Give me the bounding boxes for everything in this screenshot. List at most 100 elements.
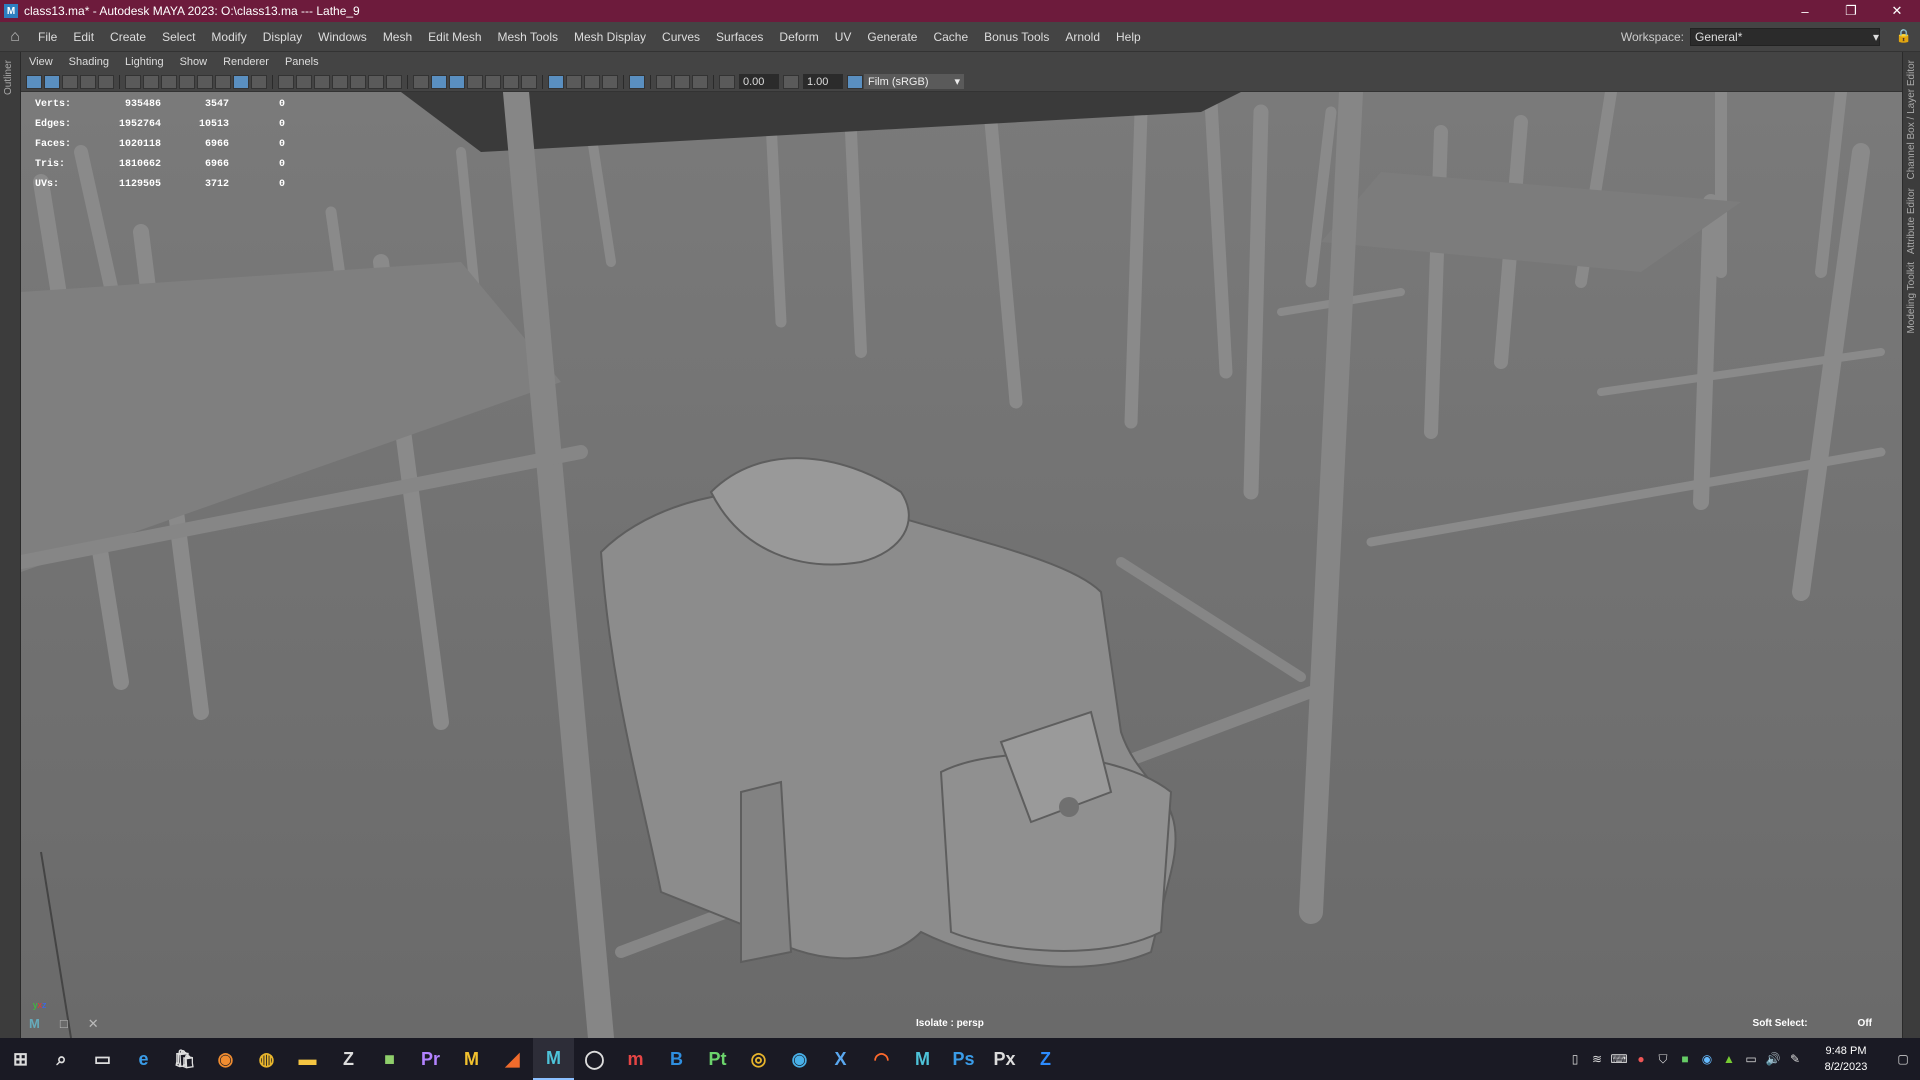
outliner-tab[interactable]: Outliner — [3, 60, 14, 95]
menu-uv[interactable]: UV — [827, 30, 860, 44]
houdini-icon[interactable]: ◠ — [861, 1038, 902, 1080]
menu-windows[interactable]: Windows — [310, 30, 375, 44]
wireframe-on-shaded-icon[interactable] — [449, 74, 465, 89]
view-transform-dropdown[interactable]: Film (sRGB) ▾ — [864, 74, 964, 89]
marmoset-icon[interactable]: M — [451, 1038, 492, 1080]
safe-title-2-icon[interactable] — [386, 74, 402, 89]
pen-icon[interactable]: ✎ — [1784, 1052, 1806, 1066]
exposure-field[interactable]: 0.00 — [739, 74, 779, 89]
zbrush-icon[interactable]: Z — [328, 1038, 369, 1080]
field-chart-2-icon[interactable] — [350, 74, 366, 89]
usb-icon[interactable]: ▯ — [1564, 1052, 1586, 1066]
blender-icon[interactable]: ◉ — [205, 1038, 246, 1080]
shield-icon[interactable]: ⛉ — [1652, 1052, 1674, 1067]
photoshop-icon[interactable]: Ps — [943, 1038, 984, 1080]
menu-bonus-tools[interactable]: Bonus Tools — [976, 30, 1057, 44]
menu-edit-mesh[interactable]: Edit Mesh — [420, 30, 489, 44]
app-tray-icon-1[interactable]: ● — [1630, 1052, 1652, 1066]
perspective-viewport[interactable]: Verts: 935486 3547 0 Edges: 1952764 1051… — [21, 92, 1902, 1038]
gamma-field[interactable]: 1.00 — [803, 74, 843, 89]
store-icon[interactable]: 🛍 — [164, 1038, 205, 1080]
bookmark-icon[interactable] — [62, 74, 78, 89]
close-button[interactable]: ✕ — [1874, 0, 1920, 22]
edge-icon[interactable]: e — [123, 1038, 164, 1080]
film-gate-2-icon[interactable] — [296, 74, 312, 89]
panel-menu-show[interactable]: Show — [172, 56, 216, 68]
app-tray-icon-3[interactable]: ◉ — [1696, 1052, 1718, 1066]
exposure-icon[interactable] — [719, 74, 735, 89]
menu-arnold[interactable]: Arnold — [1057, 30, 1108, 44]
windows-start-icon[interactable]: ⊞ — [0, 1038, 41, 1080]
outliner-strip[interactable]: Outliner — [0, 52, 21, 1038]
lock-icon[interactable]: 🔒 — [1896, 28, 1912, 44]
menu-deform[interactable]: Deform — [771, 30, 826, 44]
multisample-aa-icon[interactable] — [629, 74, 645, 89]
globe-app-icon[interactable]: ◎ — [738, 1038, 779, 1080]
panel-menu-panels[interactable]: Panels — [277, 56, 327, 68]
substance-painter-icon[interactable]: Pt — [697, 1038, 738, 1080]
depth-of-field-icon[interactable] — [674, 74, 690, 89]
gate-mask-icon[interactable] — [161, 74, 177, 89]
substance-b-icon[interactable]: B — [656, 1038, 697, 1080]
menu-mesh[interactable]: Mesh — [375, 30, 420, 44]
substance-designer-icon[interactable]: ■ — [369, 1038, 410, 1080]
menu-help[interactable]: Help — [1108, 30, 1149, 44]
motion-blur-icon[interactable] — [656, 74, 672, 89]
gamma-icon[interactable] — [783, 74, 799, 89]
volume-icon[interactable]: 🔊 — [1762, 1052, 1784, 1066]
app-tray-icon-2[interactable]: ■ — [1674, 1052, 1696, 1066]
image-plane-icon[interactable] — [80, 74, 96, 89]
quixel-icon[interactable]: ◯ — [574, 1038, 615, 1080]
menu-display[interactable]: Display — [255, 30, 310, 44]
grid-icon[interactable] — [278, 74, 294, 89]
attribute-editor-tab[interactable]: Attribute Editor — [1906, 188, 1917, 254]
safe-title-icon[interactable] — [215, 74, 231, 89]
wireframe-icon[interactable] — [413, 74, 429, 89]
mudbox-icon[interactable]: m — [615, 1038, 656, 1080]
use-all-lights-icon[interactable] — [485, 74, 501, 89]
search-icon[interactable]: ⌕ — [41, 1038, 82, 1080]
panel-menu-view[interactable]: View — [21, 56, 61, 68]
panel-menu-renderer[interactable]: Renderer — [215, 56, 277, 68]
menu-mesh-display[interactable]: Mesh Display — [566, 30, 654, 44]
resolution-gate-2-icon[interactable] — [314, 74, 330, 89]
gate-mask-2-icon[interactable] — [332, 74, 348, 89]
home-icon[interactable]: ⌂ — [0, 28, 30, 46]
file-explorer-icon[interactable]: ▬ — [287, 1038, 328, 1080]
network-icon[interactable]: ▭ — [1740, 1052, 1762, 1066]
substance-3d-icon[interactable]: ◢ — [492, 1038, 533, 1080]
smooth-shade-icon[interactable] — [431, 74, 447, 89]
wifi-icon[interactable]: ≋ — [1586, 1052, 1608, 1066]
notifications-icon[interactable]: ▢ — [1886, 1052, 1920, 1066]
maya-taskbar-icon[interactable]: M — [533, 1038, 574, 1080]
pixel-app-icon[interactable]: Px — [984, 1038, 1025, 1080]
menu-mesh-tools[interactable]: Mesh Tools — [490, 30, 566, 44]
close-panel-icon[interactable]: ✕ — [88, 1016, 99, 1032]
camera-attributes-icon[interactable] — [44, 74, 60, 89]
premiere-icon[interactable]: Pr — [410, 1038, 451, 1080]
shadows-icon[interactable] — [503, 74, 519, 89]
screen-space-ao-icon[interactable] — [521, 74, 537, 89]
maximize-panel-icon[interactable]: □ — [60, 1016, 68, 1032]
select-camera-icon[interactable] — [26, 74, 42, 89]
menu-edit[interactable]: Edit — [65, 30, 102, 44]
menu-cache[interactable]: Cache — [925, 30, 976, 44]
minimize-button[interactable]: – — [1782, 0, 1828, 22]
menu-surfaces[interactable]: Surfaces — [708, 30, 771, 44]
lock-camera-icon[interactable] — [98, 74, 114, 89]
zoom-icon[interactable]: Z — [1025, 1038, 1066, 1080]
menu-file[interactable]: File — [30, 30, 65, 44]
menu-create[interactable]: Create — [102, 30, 154, 44]
safe-action-icon[interactable] — [197, 74, 213, 89]
maya-panel-icon[interactable]: M — [29, 1016, 40, 1032]
maya-2-icon[interactable]: M — [902, 1038, 943, 1080]
menu-generate[interactable]: Generate — [859, 30, 925, 44]
task-view-icon[interactable]: ▭ — [82, 1038, 123, 1080]
menu-modify[interactable]: Modify — [203, 30, 254, 44]
field-chart-icon[interactable] — [179, 74, 195, 89]
x-app-icon[interactable]: X — [820, 1038, 861, 1080]
film-gate-icon[interactable] — [125, 74, 141, 89]
pan-zoom-icon[interactable] — [233, 74, 249, 89]
modeling-toolkit-tab[interactable]: Modeling Toolkit — [1906, 262, 1917, 334]
workspace-dropdown[interactable]: General* ▾ — [1690, 28, 1880, 46]
